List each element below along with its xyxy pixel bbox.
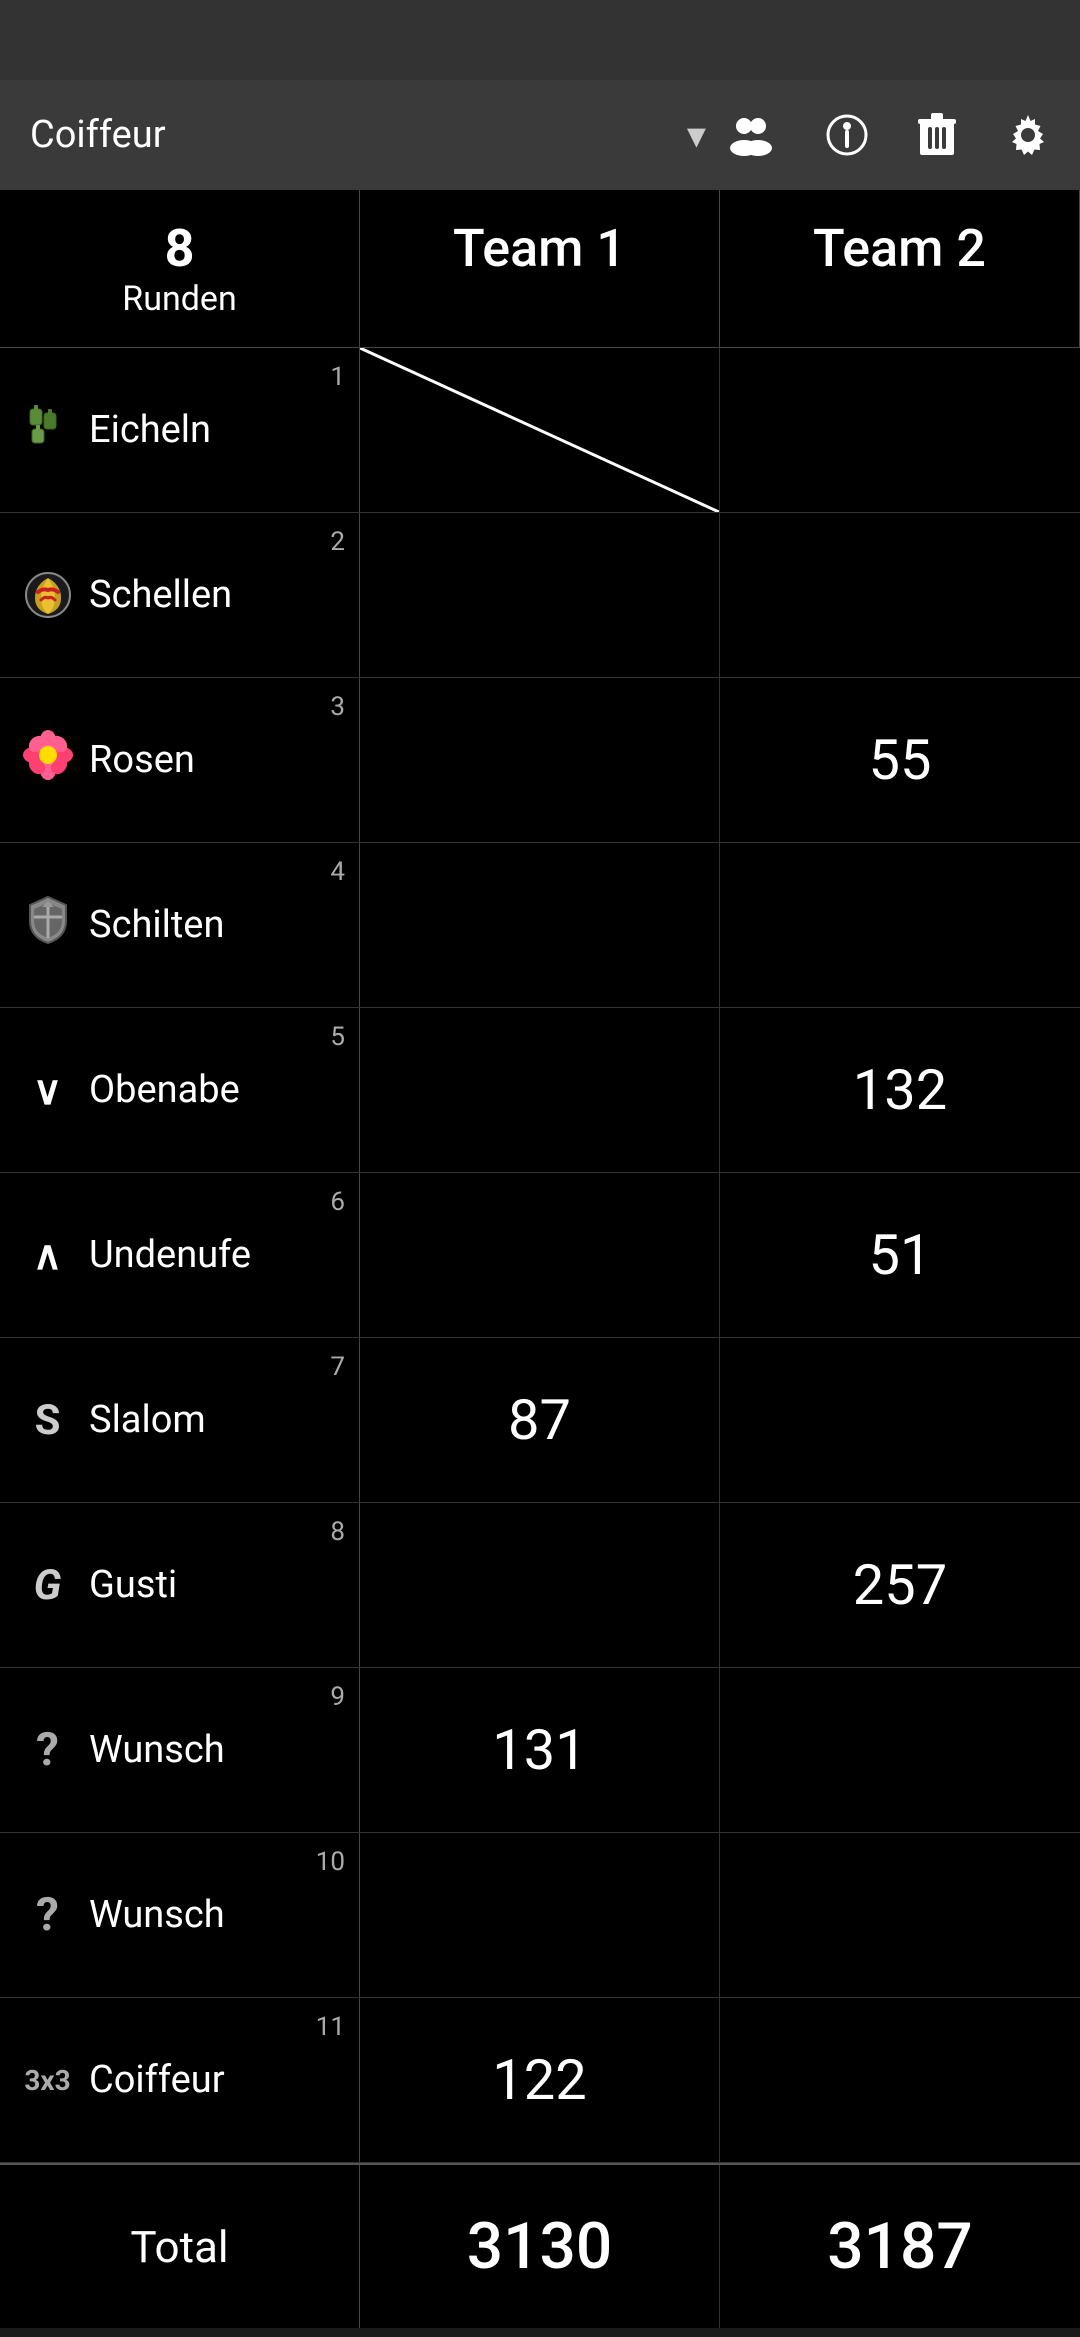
row-name-wunsch1: Wunsch bbox=[89, 1728, 225, 1772]
cell-gusti-team1[interactable] bbox=[360, 1503, 720, 1667]
score-table: 8 Runden Team 1 Team 2 1 Eicheln bbox=[0, 190, 1080, 2328]
cell-schellen-team1[interactable] bbox=[360, 513, 720, 677]
gusti-icon: G bbox=[20, 1561, 75, 1610]
row-name-obenabe: Obenabe bbox=[89, 1068, 240, 1112]
cell-undenufe-team2[interactable]: 51 bbox=[720, 1173, 1080, 1337]
row-name-coiffeur: Coiffeur bbox=[89, 2058, 225, 2102]
cell-wunsch1-team1[interactable]: 131 bbox=[360, 1668, 720, 1832]
row-name-schellen: Schellen bbox=[89, 573, 232, 617]
rounds-number: 8 bbox=[20, 218, 339, 279]
table-row[interactable]: 5 ∨ Obenabe 132 bbox=[0, 1008, 1080, 1173]
header-team1: Team 1 bbox=[360, 190, 720, 347]
settings-icon[interactable] bbox=[1006, 113, 1050, 157]
table-row[interactable]: 8 G Gusti 257 bbox=[0, 1503, 1080, 1668]
schilten-icon bbox=[20, 895, 75, 956]
dropdown-button[interactable]: ▾ bbox=[687, 113, 706, 158]
wunsch2-icon: ? bbox=[20, 1888, 75, 1942]
row-name-gusti: Gusti bbox=[89, 1563, 177, 1607]
row-label-gusti: 8 G Gusti bbox=[0, 1503, 360, 1667]
cell-wunsch1-team2[interactable] bbox=[720, 1668, 1080, 1832]
cell-wunsch2-team1[interactable] bbox=[360, 1833, 720, 1997]
total-label: Total bbox=[0, 2165, 360, 2328]
info-icon[interactable] bbox=[826, 114, 868, 156]
row-label-undenufe: 6 ∧ Undenufe bbox=[0, 1173, 360, 1337]
row-number-11: 11 bbox=[316, 2012, 345, 2042]
table-row[interactable]: 1 Eicheln bbox=[0, 348, 1080, 513]
rounds-label: Runden bbox=[20, 279, 339, 319]
row-number-6: 6 bbox=[330, 1187, 345, 1217]
cell-schellen-team2[interactable] bbox=[720, 513, 1080, 677]
diagonal-line bbox=[360, 348, 719, 512]
table-header: 8 Runden Team 1 Team 2 bbox=[0, 190, 1080, 348]
cell-obenabe-team1[interactable] bbox=[360, 1008, 720, 1172]
row-number-7: 7 bbox=[330, 1352, 345, 1382]
coiffeur-icon: 3x3 bbox=[20, 2064, 75, 2097]
row-label-obenabe: 5 ∨ Obenabe bbox=[0, 1008, 360, 1172]
slalom-icon: S bbox=[20, 1396, 75, 1445]
row-label-coiffeur: 11 3x3 Coiffeur bbox=[0, 1998, 360, 2162]
table-row[interactable]: 3 Rosen 55 bbox=[0, 678, 1080, 843]
eicheln-icon bbox=[20, 401, 75, 460]
total-team1: 3130 bbox=[360, 2165, 720, 2328]
cell-wunsch2-team2[interactable] bbox=[720, 1833, 1080, 1997]
row-number-10: 10 bbox=[316, 1847, 345, 1877]
row-number-8: 8 bbox=[330, 1517, 345, 1547]
cell-schilten-team1[interactable] bbox=[360, 843, 720, 1007]
status-bar bbox=[0, 0, 1080, 80]
row-name-undenufe: Undenufe bbox=[89, 1233, 251, 1277]
row-name-eicheln: Eicheln bbox=[89, 408, 211, 452]
cell-obenabe-team2[interactable]: 132 bbox=[720, 1008, 1080, 1172]
cell-slalom-team1[interactable]: 87 bbox=[360, 1338, 720, 1502]
table-row[interactable]: 11 3x3 Coiffeur 122 bbox=[0, 1998, 1080, 2163]
row-number-1: 1 bbox=[330, 362, 345, 392]
undenufe-icon: ∧ bbox=[20, 1232, 75, 1279]
table-row[interactable]: 10 ? Wunsch bbox=[0, 1833, 1080, 1998]
total-team2: 3187 bbox=[720, 2165, 1080, 2328]
cell-eicheln-team2[interactable] bbox=[720, 348, 1080, 512]
row-number-3: 3 bbox=[330, 692, 345, 722]
delete-icon[interactable] bbox=[918, 113, 956, 157]
cell-schilten-team2[interactable] bbox=[720, 843, 1080, 1007]
row-number-4: 4 bbox=[330, 857, 345, 887]
row-label-eicheln: 1 Eicheln bbox=[0, 348, 360, 512]
toolbar: Coiffeur ▾ bbox=[0, 80, 1080, 190]
table-row[interactable]: 9 ? Wunsch 131 bbox=[0, 1668, 1080, 1833]
row-name-rosen: Rosen bbox=[89, 738, 195, 782]
toolbar-icons bbox=[726, 113, 1050, 157]
schellen-icon bbox=[20, 570, 75, 620]
header-team2: Team 2 bbox=[720, 190, 1080, 347]
table-row[interactable]: 4 Schilten bbox=[0, 843, 1080, 1008]
row-label-schellen: 2 Schellen bbox=[0, 513, 360, 677]
row-name-wunsch2: Wunsch bbox=[89, 1893, 225, 1937]
cell-coiffeur-team1[interactable]: 122 bbox=[360, 1998, 720, 2162]
app-title: Coiffeur bbox=[30, 113, 667, 157]
row-name-slalom: Slalom bbox=[89, 1398, 206, 1442]
cell-undenufe-team1[interactable] bbox=[360, 1173, 720, 1337]
cell-rosen-team2[interactable]: 55 bbox=[720, 678, 1080, 842]
rosen-icon bbox=[20, 730, 75, 791]
row-number-5: 5 bbox=[330, 1022, 345, 1052]
row-label-wunsch2: 10 ? Wunsch bbox=[0, 1833, 360, 1997]
wunsch1-icon: ? bbox=[20, 1723, 75, 1777]
table-row[interactable]: 7 S Slalom 87 bbox=[0, 1338, 1080, 1503]
header-rounds: 8 Runden bbox=[0, 190, 360, 347]
cell-eicheln-team1[interactable] bbox=[360, 348, 720, 512]
row-number-9: 9 bbox=[330, 1682, 345, 1712]
row-label-schilten: 4 Schilten bbox=[0, 843, 360, 1007]
cell-slalom-team2[interactable] bbox=[720, 1338, 1080, 1502]
total-row: Total 3130 3187 bbox=[0, 2163, 1080, 2328]
row-label-rosen: 3 Rosen bbox=[0, 678, 360, 842]
row-number-2: 2 bbox=[330, 527, 345, 557]
table-row[interactable]: 6 ∧ Undenufe 51 bbox=[0, 1173, 1080, 1338]
cell-rosen-team1[interactable] bbox=[360, 678, 720, 842]
obenabe-icon: ∨ bbox=[20, 1067, 75, 1114]
row-label-wunsch1: 9 ? Wunsch bbox=[0, 1668, 360, 1832]
table-row[interactable]: 2 Schellen bbox=[0, 513, 1080, 678]
cell-gusti-team2[interactable]: 257 bbox=[720, 1503, 1080, 1667]
cell-coiffeur-team2[interactable] bbox=[720, 1998, 1080, 2162]
players-icon[interactable] bbox=[726, 114, 776, 156]
row-label-slalom: 7 S Slalom bbox=[0, 1338, 360, 1502]
row-name-schilten: Schilten bbox=[89, 903, 224, 947]
